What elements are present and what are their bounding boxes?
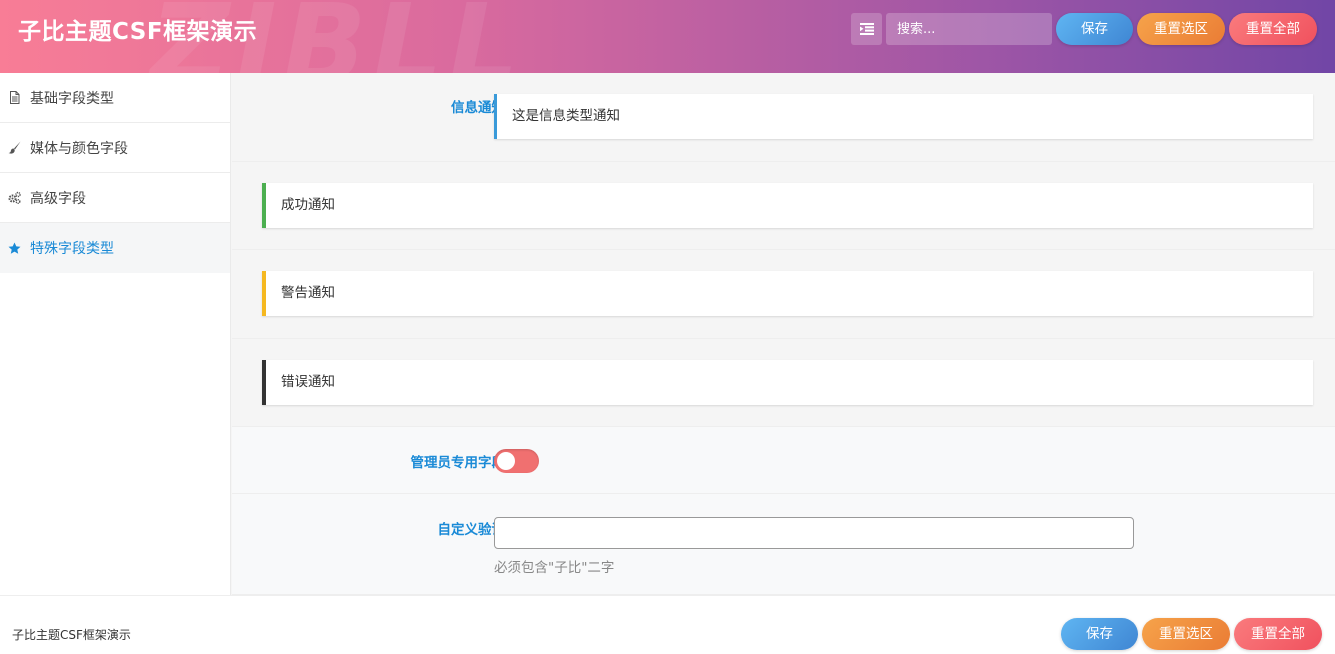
danger-notice: 错误通知: [262, 360, 1313, 405]
footer-title: 子比主题CSF框架演示: [12, 628, 131, 642]
info-notice: 这是信息类型通知: [494, 94, 1313, 139]
page-title: 子比主题CSF框架演示: [18, 19, 258, 45]
admin-toggle[interactable]: [494, 449, 539, 473]
custom-validation-row: 自定义验证 必须包含"子比"二字: [232, 494, 1335, 595]
save-button[interactable]: 保存: [1056, 13, 1133, 45]
danger-notice-row: 错误通知: [232, 339, 1335, 427]
star-icon: [8, 242, 21, 255]
reset-section-button[interactable]: 重置选区: [1137, 13, 1225, 45]
reset-all-button[interactable]: 重置全部: [1229, 13, 1317, 45]
header-bar: ZIBLL 子比主题CSF框架演示 保存 重置选区 重置全部: [0, 0, 1335, 73]
admin-field-label: 管理员专用字段: [410, 455, 506, 471]
sidebar-item-label: 高级字段: [30, 190, 86, 207]
file-text-icon: [8, 91, 21, 104]
admin-field-row: 管理员专用字段: [232, 427, 1335, 494]
custom-validation-input[interactable]: [494, 517, 1134, 549]
warning-notice: 警告通知: [262, 271, 1313, 316]
search-input[interactable]: [886, 13, 1052, 45]
sidebar-item-basic-fields[interactable]: 基础字段类型: [0, 73, 230, 123]
warning-notice-row: 警告通知: [232, 250, 1335, 339]
sidebar-item-label: 媒体与颜色字段: [30, 140, 128, 157]
sidebar-item-special-fields[interactable]: 特殊字段类型: [0, 223, 230, 273]
paint-brush-icon: [8, 141, 21, 154]
list-indent-icon: [859, 23, 874, 35]
sidebar-item-label: 特殊字段类型: [30, 241, 114, 257]
success-notice: 成功通知: [262, 183, 1313, 228]
success-notice-row: 成功通知: [232, 162, 1335, 250]
footer-reset-section-button[interactable]: 重置选区: [1142, 618, 1230, 650]
info-notice-row: 信息通知 这是信息类型通知: [232, 73, 1335, 162]
footer-save-button[interactable]: 保存: [1061, 618, 1138, 650]
sidebar-item-media-color[interactable]: 媒体与颜色字段: [0, 123, 230, 173]
footer-bar: 子比主题CSF框架演示 保存 重置选区 重置全部: [0, 595, 1335, 654]
cogs-icon: [8, 191, 21, 204]
sidebar-item-advanced[interactable]: 高级字段: [0, 173, 230, 223]
sidebar-item-label: 基础字段类型: [30, 90, 114, 107]
toggle-knob: [497, 452, 515, 470]
footer-reset-all-button[interactable]: 重置全部: [1234, 618, 1322, 650]
menu-toggle-button[interactable]: [851, 13, 882, 45]
main-content: 信息通知 这是信息类型通知 成功通知 警告通知 错误通知 管理员专用字段 自定义…: [232, 73, 1335, 595]
custom-validation-help: 必须包含"子比"二字: [494, 560, 615, 576]
sidebar: 基础字段类型 媒体与颜色字段 高级字段 特殊字段类型: [0, 73, 231, 595]
